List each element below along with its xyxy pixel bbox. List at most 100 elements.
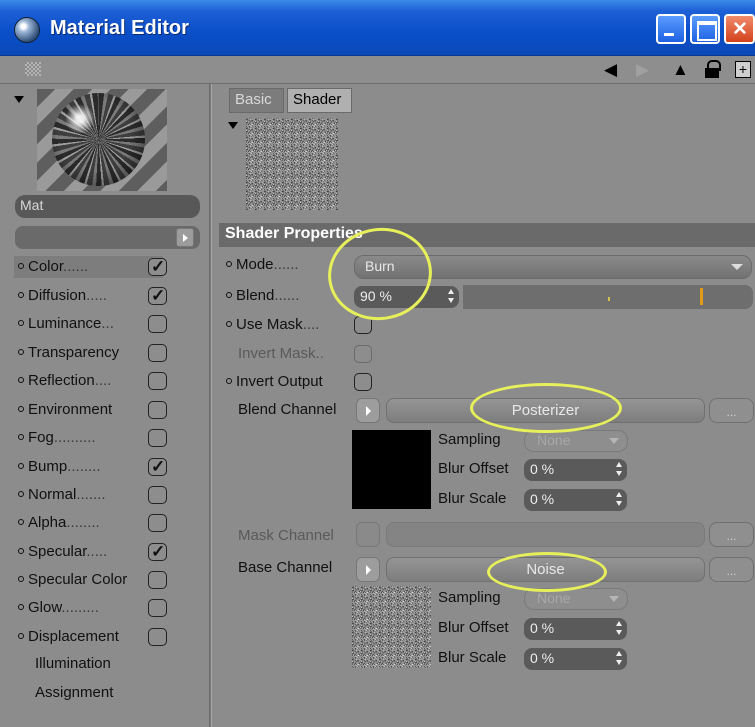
channel-item-alpha[interactable]: Alpha........ (18, 512, 188, 534)
channel-checkbox[interactable] (148, 429, 167, 447)
channel-item-reflection[interactable]: Reflection.... (18, 370, 188, 392)
channel-label: Bump........ (18, 456, 101, 478)
channel-item-specular-color[interactable]: Specular Color (18, 569, 188, 591)
dot-icon (18, 604, 24, 610)
shader-preview[interactable] (246, 118, 338, 210)
blur-offset-input[interactable]: 0 % (524, 618, 627, 640)
back-arrow-icon[interactable]: ◀ (604, 60, 617, 80)
base-channel-more-button[interactable]: ... (709, 557, 754, 582)
invert-output-checkbox[interactable] (354, 373, 372, 391)
channel-item-color[interactable]: Color...... (14, 256, 188, 278)
spinner-icon[interactable] (616, 621, 622, 635)
blend-label: Blend...... (226, 287, 299, 304)
minimize-button[interactable] (656, 14, 686, 44)
combo-arrow-icon[interactable] (176, 228, 194, 247)
sampling-value: None (537, 590, 571, 606)
material-preview[interactable] (37, 89, 167, 191)
shader-properties-header: Shader Properties (219, 223, 755, 247)
spinner-icon[interactable] (616, 492, 622, 506)
sampling-value: None (537, 432, 571, 448)
dot-icon (18, 292, 24, 298)
blend-channel-arrow-button[interactable] (356, 398, 380, 423)
dot-icon (226, 292, 232, 298)
channel-checkbox[interactable] (148, 285, 167, 307)
sampling-dropdown[interactable]: None (524, 430, 628, 452)
close-button[interactable] (724, 14, 755, 44)
channel-checkbox[interactable] (148, 541, 167, 563)
grip-icon[interactable] (25, 62, 41, 76)
material-name-field[interactable]: Mat (15, 195, 200, 218)
title-bar: Material Editor (0, 0, 755, 56)
channel-checkbox[interactable] (148, 486, 167, 504)
forward-arrow-icon[interactable]: ▶ (636, 60, 649, 80)
channel-checkbox[interactable] (148, 256, 167, 278)
blend-channel-more-button[interactable]: ... (709, 398, 754, 423)
channel-item-environment[interactable]: Environment (18, 399, 188, 421)
channel-label: Normal....... (18, 484, 106, 506)
channel-item-displacement[interactable]: Displacement (18, 626, 188, 648)
channel-label: Transparency (18, 342, 119, 364)
channel-item-specular[interactable]: Specular..... (18, 541, 188, 563)
base-channel-arrow-button[interactable] (356, 557, 380, 582)
mask-channel-label: Mask Channel (238, 527, 334, 544)
dot-icon (226, 261, 232, 267)
channel-checkbox[interactable] (148, 514, 167, 532)
mask-channel-arrow-button[interactable] (356, 522, 380, 547)
channel-item-luminance[interactable]: Luminance... (18, 313, 188, 335)
highlight-ellipse (487, 552, 607, 592)
expand-triangle-icon[interactable] (14, 96, 24, 103)
channel-label: Diffusion..... (18, 285, 107, 307)
channel-item-diffusion[interactable]: Diffusion..... (18, 285, 188, 307)
channel-checkbox[interactable] (148, 372, 167, 390)
assignment-item[interactable]: Assignment (35, 684, 113, 701)
new-window-icon[interactable]: + (735, 61, 751, 78)
channel-checkbox[interactable] (148, 344, 167, 362)
dot-icon (18, 463, 24, 469)
channel-label: Color...... (18, 256, 88, 278)
spinner-icon[interactable] (616, 651, 622, 665)
blend-slider[interactable] (463, 285, 753, 309)
illumination-item[interactable]: Illumination (35, 655, 111, 672)
blend-channel-preview[interactable] (352, 430, 431, 509)
channel-checkbox[interactable] (148, 315, 167, 333)
tab-shader[interactable]: Shader (287, 88, 352, 113)
channel-checkbox[interactable] (148, 599, 167, 617)
expand-triangle-icon[interactable] (228, 122, 238, 129)
slider-tick (608, 297, 610, 301)
spinner-icon[interactable] (448, 289, 454, 303)
lock-icon[interactable] (705, 60, 721, 78)
mask-channel-more-button[interactable]: ... (709, 522, 754, 547)
blur-offset-input[interactable]: 0 % (524, 459, 627, 481)
base-channel-label: Base Channel (238, 559, 333, 576)
channel-checkbox[interactable] (148, 628, 167, 646)
channel-checkbox[interactable] (148, 571, 167, 589)
channel-label: Glow......... (18, 597, 99, 619)
material-combo[interactable] (15, 226, 200, 249)
channel-item-fog[interactable]: Fog.......... (18, 427, 188, 449)
blur-scale-input[interactable]: 0 % (524, 489, 627, 511)
blend-channel-label: Blend Channel (238, 401, 337, 418)
dot-icon (18, 548, 24, 554)
panel-divider[interactable] (209, 84, 212, 727)
channel-item-bump[interactable]: Bump........ (18, 456, 188, 478)
channel-checkbox[interactable] (148, 456, 167, 478)
spinner-icon[interactable] (616, 462, 622, 476)
invert-mask-checkbox[interactable] (354, 345, 372, 363)
blur-scale-input[interactable]: 0 % (524, 648, 627, 670)
up-arrow-icon[interactable]: ▲ (672, 60, 689, 80)
base-channel-preview[interactable] (352, 586, 431, 668)
slider-handle[interactable] (700, 288, 703, 305)
maximize-button[interactable] (690, 14, 720, 44)
mask-channel-button[interactable] (386, 522, 705, 547)
dot-icon (18, 633, 24, 639)
channel-item-normal[interactable]: Normal....... (18, 484, 188, 506)
channel-item-glow[interactable]: Glow......... (18, 597, 188, 619)
material-icon (14, 17, 40, 43)
channel-label: Alpha........ (18, 512, 100, 534)
toolbar: ◀ ▶ ▲ + (0, 56, 755, 84)
channel-label: Specular..... (18, 541, 107, 563)
tab-basic[interactable]: Basic (229, 88, 284, 113)
channel-checkbox[interactable] (148, 401, 167, 419)
channel-item-transparency[interactable]: Transparency (18, 342, 188, 364)
dot-icon (18, 377, 24, 383)
